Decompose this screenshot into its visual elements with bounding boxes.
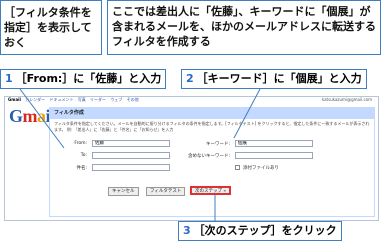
topbar-link-reader[interactable]: リーダー: [90, 97, 106, 102]
filter-description: フィルタ条件を指定してください。メールを自動的に振り分けるフィルタの条件を指定し…: [54, 121, 370, 132]
topbar-link-gmail[interactable]: Gmail: [8, 97, 21, 102]
gmail-screenshot: Gmail カレンダー ドキュメント 写真 リーダー ウェブ その他 katsu…: [4, 96, 379, 221]
next-step-button[interactable]: 次のステップ »: [190, 186, 232, 195]
topbar-link-web[interactable]: ウェブ: [110, 97, 122, 102]
to-label: To:: [80, 153, 87, 158]
step-1-text: ［From:］に「佐藤」と入力: [15, 72, 162, 85]
subject-field[interactable]: [92, 164, 170, 171]
keyword-field[interactable]: 個展: [235, 140, 313, 147]
topbar-link-photos[interactable]: 写真: [78, 97, 86, 102]
exclude-keyword-field[interactable]: [235, 152, 313, 159]
to-field[interactable]: [92, 152, 170, 159]
step-1-number: 1: [5, 72, 13, 85]
gmail-logo[interactable]: Gmail: [9, 106, 55, 126]
account-email[interactable]: katsukazumi@gmail.com: [322, 97, 372, 103]
test-filter-button[interactable]: フィルタテスト: [146, 187, 186, 196]
step-3-label: 3 ［次のステップ］をクリック: [178, 221, 342, 241]
google-top-bar: Gmail カレンダー ドキュメント 写真 リーダー ウェブ その他 katsu…: [5, 97, 378, 103]
step-1-label: 1 ［From:］に「佐藤」と入力: [0, 69, 167, 89]
from-field[interactable]: 佐藤: [92, 140, 170, 147]
has-attachment-checkbox[interactable]: [235, 165, 240, 170]
step-3-number: 3: [183, 224, 191, 237]
callout-precondition: ［フィルタ条件を指定］を表示しておく: [0, 0, 102, 55]
cancel-button[interactable]: キャンセル: [108, 187, 139, 196]
step-3-text: ［次のステップ］をクリック: [193, 224, 337, 237]
step-2-text: ［キーワード］に「個展」と入力: [196, 72, 362, 85]
has-attachment-label: 添付ファイルあり: [243, 166, 279, 171]
callout-description: ここでは差出人に「佐藤」、キーワードに「個展」が含まれるメールを、ほかのメールア…: [107, 0, 381, 55]
step-2-label: 2 ［キーワード］に「個展」と入力: [181, 69, 367, 89]
create-filter-panel: フィルタ作成 フィルタ条件を指定してください。メールを自動的に振り分けるフィルタ…: [49, 107, 375, 217]
topbar-link-calendar[interactable]: カレンダー: [25, 97, 45, 102]
topbar-link-more[interactable]: その他: [127, 97, 139, 102]
subject-label: 件名:: [76, 166, 87, 171]
topbar-link-docs[interactable]: ドキュメント: [49, 97, 73, 102]
step-2-number: 2: [186, 72, 194, 85]
keyword-label: キーワード:: [205, 142, 230, 147]
from-label: From:: [74, 141, 87, 146]
exclude-keyword-label: 含めないキーワード:: [187, 154, 230, 159]
panel-title: フィルタ作成: [50, 108, 374, 119]
